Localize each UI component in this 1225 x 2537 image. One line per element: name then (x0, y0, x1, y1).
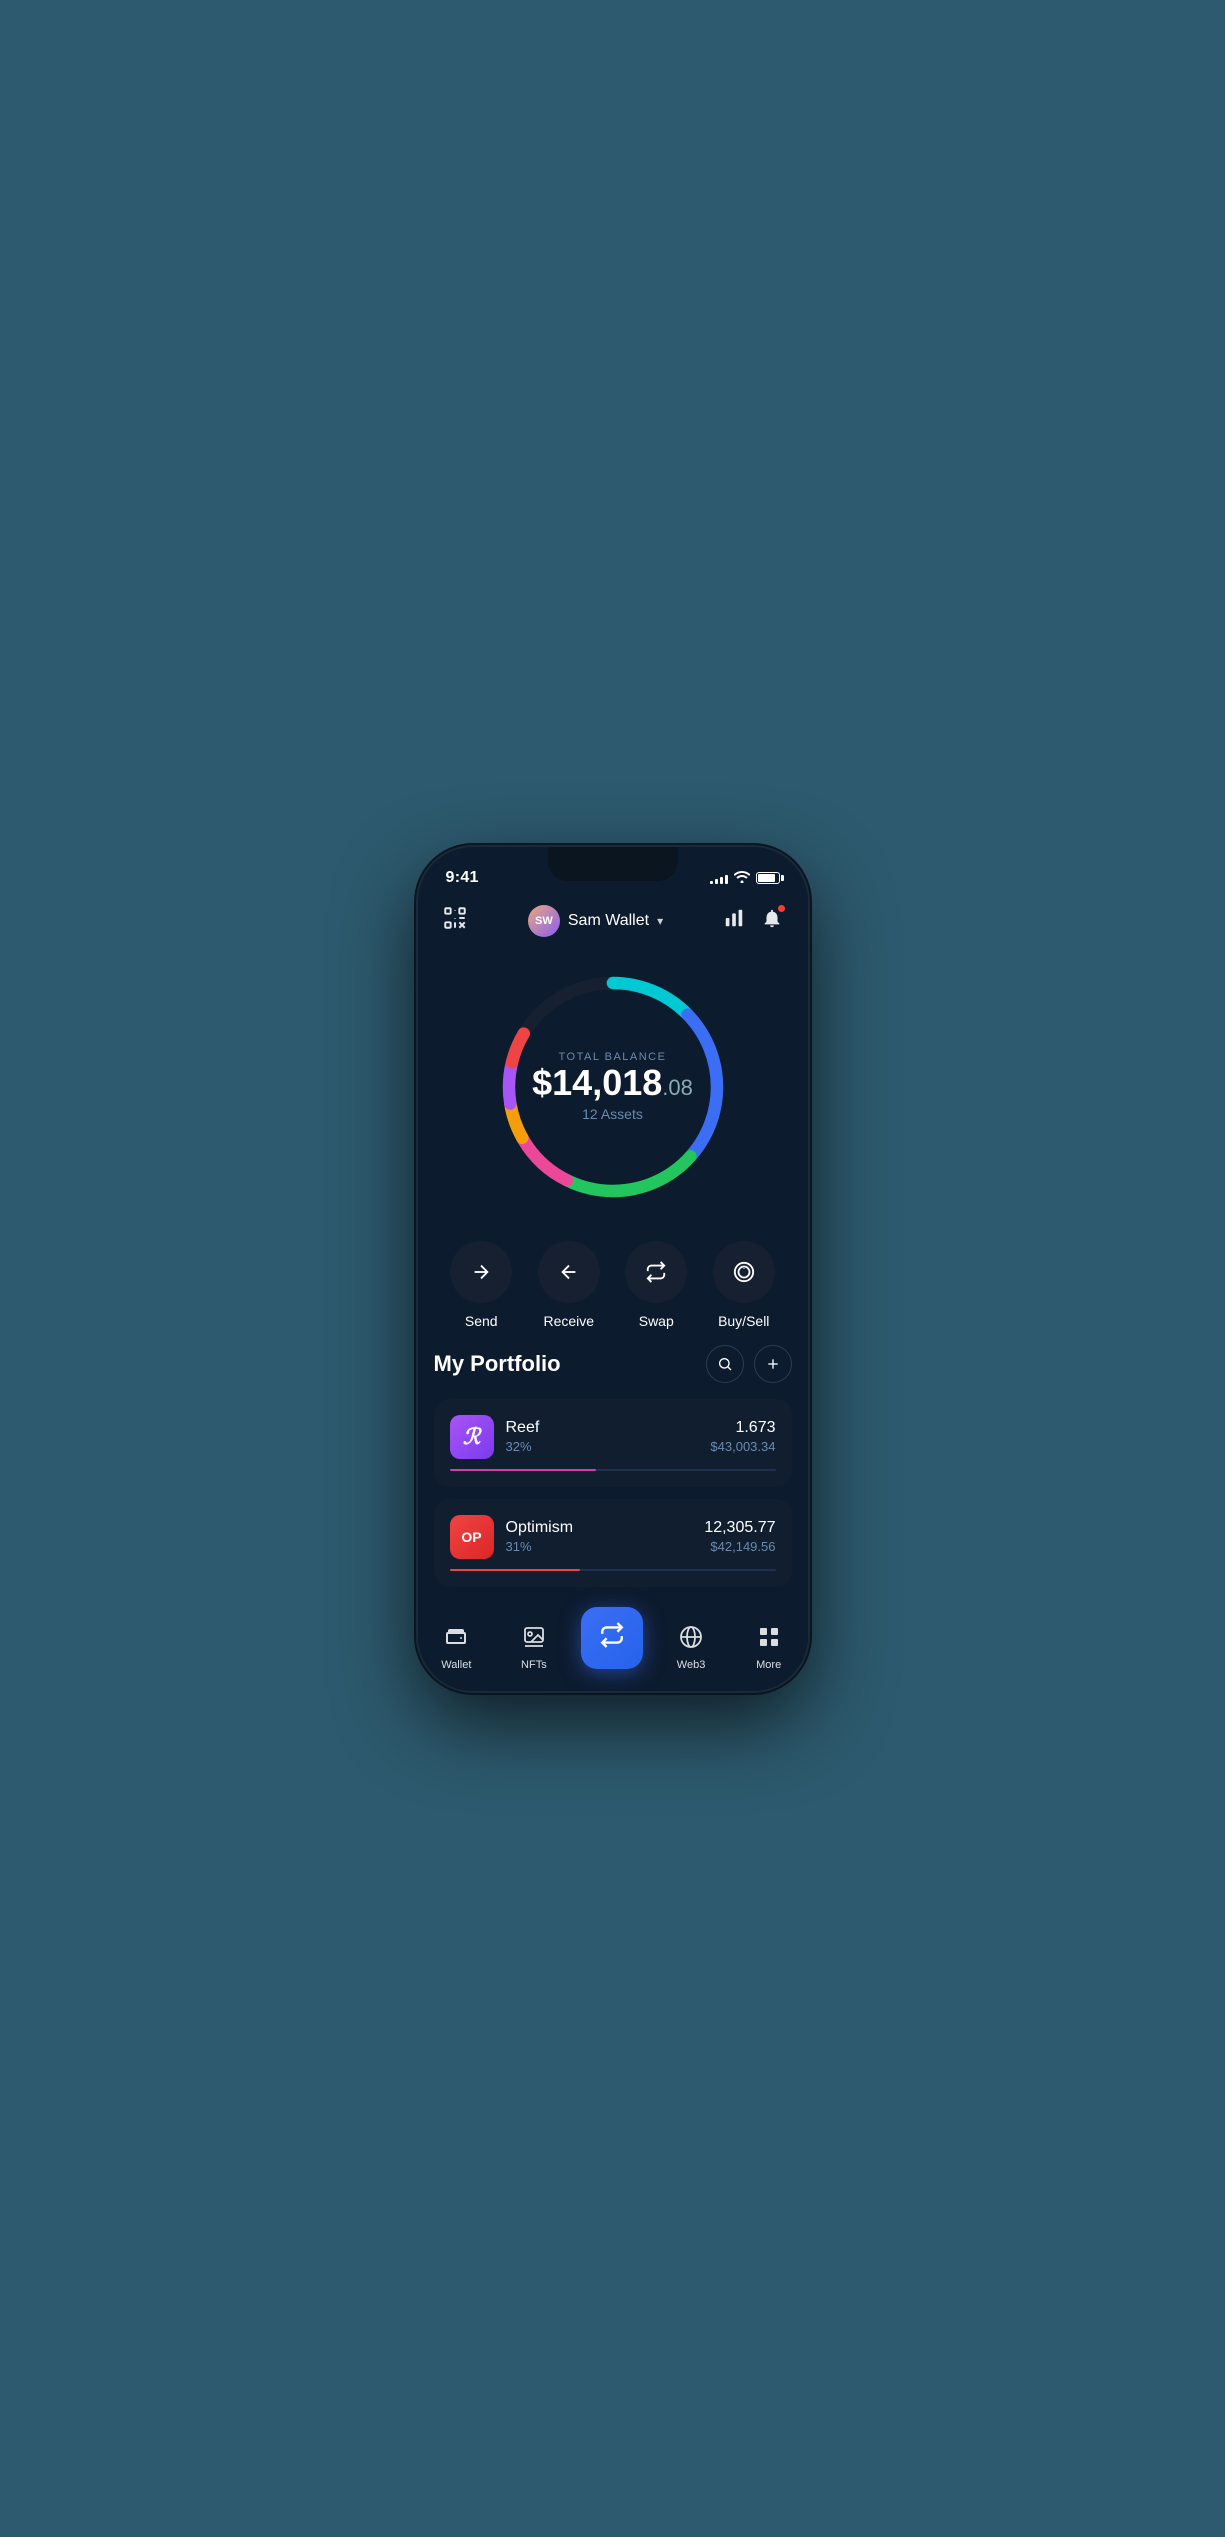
notification-dot (777, 904, 786, 913)
reef-usd: $43,003.34 (710, 1439, 775, 1454)
reef-values: 1.673 $43,003.34 (710, 1419, 775, 1454)
web3-icon (679, 1625, 703, 1655)
asset-card-reef[interactable]: ℛ Reef 32% 1.673 $43,003.34 (434, 1399, 792, 1487)
signal-bars-icon (710, 872, 728, 884)
reef-icon: ℛ (450, 1415, 494, 1459)
reef-percent: 32% (506, 1439, 699, 1454)
nav-web3[interactable]: Web3 (661, 1625, 721, 1671)
status-icons (710, 870, 780, 886)
nav-nfts[interactable]: NFTs (504, 1625, 564, 1671)
wallet-icon (444, 1625, 468, 1655)
optimism-percent: 31% (506, 1539, 693, 1554)
chevron-down-icon: ▾ (657, 914, 663, 928)
web3-nav-label: Web3 (677, 1659, 706, 1671)
optimism-values: 12,305.77 $42,149.56 (704, 1519, 775, 1554)
balance-main: $14,018 (532, 1062, 662, 1103)
center-swap-icon (599, 1622, 625, 1654)
optimism-bar-container (450, 1569, 776, 1571)
assets-count: 12 Assets (532, 1106, 693, 1122)
portfolio-header-actions (706, 1345, 792, 1383)
header: SW Sam Wallet ▾ (418, 895, 808, 947)
portfolio-title: My Portfolio (434, 1351, 561, 1377)
portfolio-search-button[interactable] (706, 1345, 744, 1383)
reef-bar (450, 1469, 597, 1471)
asset-row-reef: ℛ Reef 32% 1.673 $43,003.34 (450, 1415, 776, 1459)
buysell-action[interactable]: Buy/Sell (713, 1241, 775, 1329)
send-button[interactable] (450, 1241, 512, 1303)
send-action[interactable]: Send (450, 1241, 512, 1329)
nav-more[interactable]: More (739, 1625, 799, 1671)
screen: 9:41 (418, 847, 808, 1691)
reef-amount: 1.673 (710, 1419, 775, 1437)
receive-label: Receive (543, 1313, 594, 1329)
avatar: SW (528, 905, 560, 937)
wallet-nav-label: Wallet (441, 1659, 471, 1671)
portfolio-header: My Portfolio (434, 1345, 792, 1383)
optimism-name: Optimism (506, 1519, 693, 1537)
donut-center: TOTAL BALANCE $14,018.08 12 Assets (532, 1051, 693, 1123)
asset-row-optimism: OP Optimism 31% 12,305.77 $42,149.56 (450, 1515, 776, 1559)
optimism-bar (450, 1569, 580, 1571)
optimism-amount: 12,305.77 (704, 1519, 775, 1537)
portfolio-section: My Portfolio (418, 1345, 808, 1617)
battery-icon (756, 872, 780, 884)
reef-info: Reef 32% (506, 1419, 699, 1454)
bottom-nav: Wallet NFTs (418, 1617, 808, 1691)
asset-card-optimism[interactable]: OP Optimism 31% 12,305.77 $42,149.56 (434, 1499, 792, 1587)
notification-bell-wrapper[interactable] (761, 907, 783, 935)
optimism-usd: $42,149.56 (704, 1539, 775, 1554)
nav-wallet[interactable]: Wallet (426, 1625, 486, 1671)
receive-button[interactable] (538, 1241, 600, 1303)
nfts-icon (522, 1625, 546, 1655)
reef-bar-container (450, 1469, 776, 1471)
receive-action[interactable]: Receive (538, 1241, 600, 1329)
donut-chart-area: TOTAL BALANCE $14,018.08 12 Assets (418, 947, 808, 1217)
send-label: Send (465, 1313, 498, 1329)
portfolio-add-button[interactable] (754, 1345, 792, 1383)
balance-amount: $14,018.08 (532, 1063, 693, 1103)
analytics-icon[interactable] (723, 907, 745, 935)
phone-frame: 9:41 (418, 847, 808, 1691)
nfts-nav-label: NFTs (521, 1659, 547, 1671)
optimism-info: Optimism 31% (506, 1519, 693, 1554)
buysell-button[interactable] (713, 1241, 775, 1303)
more-nav-label: More (756, 1659, 781, 1671)
wallet-selector[interactable]: SW Sam Wallet ▾ (528, 905, 663, 937)
action-buttons: Send Receive (418, 1217, 808, 1345)
balance-cents: .08 (662, 1075, 693, 1100)
nav-center-button[interactable] (581, 1607, 643, 1669)
scan-icon[interactable] (442, 905, 468, 937)
swap-button[interactable] (625, 1241, 687, 1303)
more-icon (757, 1625, 781, 1655)
status-bar: 9:41 (418, 847, 808, 895)
status-time: 9:41 (446, 869, 479, 887)
wallet-name: Sam Wallet (568, 912, 649, 930)
reef-name: Reef (506, 1419, 699, 1437)
swap-action[interactable]: Swap (625, 1241, 687, 1329)
buysell-label: Buy/Sell (718, 1313, 769, 1329)
swap-label: Swap (639, 1313, 674, 1329)
donut-chart: TOTAL BALANCE $14,018.08 12 Assets (483, 957, 743, 1217)
optimism-icon: OP (450, 1515, 494, 1559)
wifi-icon (734, 870, 750, 886)
header-right (723, 907, 783, 935)
